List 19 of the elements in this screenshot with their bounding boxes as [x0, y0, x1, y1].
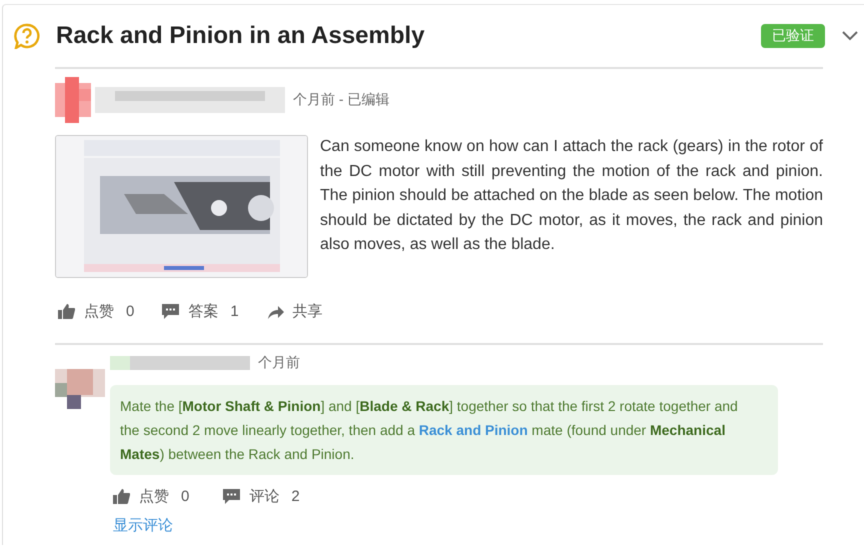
post-time: 个月前 - 已编辑	[293, 91, 390, 109]
comment-icon	[162, 304, 180, 318]
verified-badge: 已验证	[761, 24, 825, 48]
comment-button[interactable]: 评论 2	[223, 486, 300, 506]
question-title: Rack and Pinion in an Assembly	[56, 22, 426, 50]
question-icon	[14, 23, 40, 49]
thumbs-up-icon	[58, 304, 75, 318]
blurred-avatar	[55, 77, 91, 123]
share-button[interactable]: 共享	[266, 302, 323, 320]
like-button[interactable]: 点赞 0	[113, 486, 190, 506]
like-button[interactable]: 点赞 0	[58, 302, 134, 320]
chevron-down-icon	[842, 31, 858, 41]
share-icon	[266, 304, 284, 318]
answer-text: Mate the [Motor Shaft & Pinion] and [Blade & Rack] together so that the first 2 rotate together and the second 2 move linearly together, then add a Rack and Pinion mate (found under Mechanical Mates) between the Rack and Pinion.	[120, 397, 739, 464]
comment-button[interactable]: 答案 1	[162, 302, 239, 320]
thumbs-up-icon	[113, 488, 130, 504]
question-text: Can someone know on how can I attach the rack (gears) in the rotor of the DC motor with still preventing the motion of the rack and pinion. The pinion should be attached on the blade as seen below. The motion should be dictated by the DC motor, as it moves, the rack and pinion also moves, as well as the blade.	[320, 137, 823, 255]
comment-icon	[223, 488, 240, 504]
post-time: 个月前	[258, 354, 300, 372]
